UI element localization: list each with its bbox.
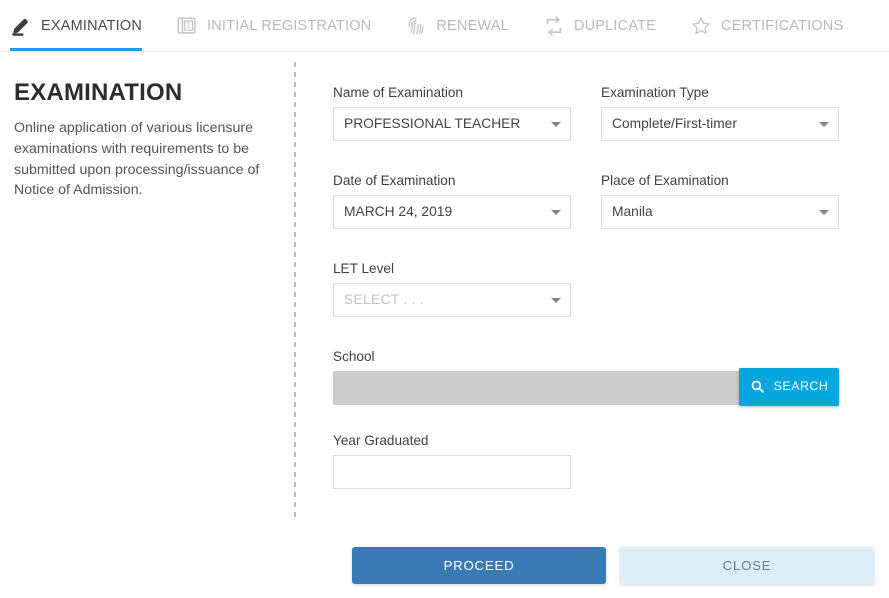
tab-examination[interactable]: EXAMINATION <box>10 0 158 51</box>
active-tab-underline <box>10 48 142 51</box>
let-level-value: SELECT . . . <box>344 292 424 307</box>
tab-duplicate[interactable]: DUPLICATE <box>543 0 672 51</box>
field-school: School SEARCH <box>333 350 839 405</box>
field-name-of-examination: Name of Examination PROFESSIONAL TEACHER <box>333 86 571 141</box>
name-of-examination-select[interactable]: PROFESSIONAL TEACHER <box>333 107 571 141</box>
examination-type-label: Examination Type <box>601 86 839 100</box>
svg-text:1: 1 <box>186 21 191 30</box>
place-of-examination-value: Manila <box>612 204 653 219</box>
name-of-examination-label: Name of Examination <box>333 86 571 100</box>
field-date-of-examination: Date of Examination MARCH 24, 2019 <box>333 174 571 229</box>
field-year-graduated: Year Graduated <box>333 434 571 489</box>
examination-type-value: Complete/First-timer <box>612 116 737 131</box>
date-of-examination-label: Date of Examination <box>333 174 571 188</box>
examination-application-page: EXAMINATION 1 INITIAL REGISTRATION <box>0 0 889 598</box>
pencil-icon <box>10 15 32 37</box>
tab-renewal[interactable]: RENEWAL <box>405 0 525 51</box>
form-action-bar: PROCEED CLOSE <box>352 547 874 584</box>
tab-initial-registration[interactable]: 1 INITIAL REGISTRATION <box>176 0 387 51</box>
info-panel: EXAMINATION Online application of variou… <box>14 80 276 201</box>
tab-examination-label: EXAMINATION <box>41 18 142 34</box>
tab-initial-registration-label: INITIAL REGISTRATION <box>207 18 371 34</box>
school-search-button[interactable]: SEARCH <box>739 368 839 406</box>
field-let-level: LET Level SELECT . . . <box>333 262 571 317</box>
panel-description: Online application of various licensure … <box>14 118 276 200</box>
date-of-examination-value: MARCH 24, 2019 <box>344 204 452 219</box>
tab-duplicate-label: DUPLICATE <box>574 18 656 34</box>
chevron-down-icon <box>819 210 829 215</box>
let-level-label: LET Level <box>333 262 571 276</box>
field-examination-type: Examination Type Complete/First-timer <box>601 86 839 141</box>
tab-certifications[interactable]: CERTIFICATIONS <box>690 0 859 51</box>
school-label: School <box>333 350 839 364</box>
place-of-examination-label: Place of Examination <box>601 174 839 188</box>
chevron-down-icon <box>551 122 561 127</box>
tab-renewal-label: RENEWAL <box>436 18 509 34</box>
year-graduated-input[interactable] <box>333 455 571 489</box>
chevron-down-icon <box>819 122 829 127</box>
date-of-examination-select[interactable]: MARCH 24, 2019 <box>333 195 571 229</box>
main-tab-bar: EXAMINATION 1 INITIAL REGISTRATION <box>0 0 889 52</box>
field-place-of-examination: Place of Examination Manila <box>601 174 839 229</box>
school-search-label: SEARCH <box>774 380 829 392</box>
let-level-select[interactable]: SELECT . . . <box>333 283 571 317</box>
place-of-examination-select[interactable]: Manila <box>601 195 839 229</box>
name-of-examination-value: PROFESSIONAL TEACHER <box>344 116 520 131</box>
magnifier-icon <box>750 379 765 394</box>
close-button[interactable]: CLOSE <box>620 547 874 584</box>
examination-type-select[interactable]: Complete/First-timer <box>601 107 839 141</box>
chevron-down-icon <box>551 210 561 215</box>
chevron-down-icon <box>551 298 561 303</box>
page-title: EXAMINATION <box>14 80 276 106</box>
cards-one-icon: 1 <box>176 15 198 37</box>
tab-certifications-label: CERTIFICATIONS <box>721 18 843 34</box>
star-icon <box>690 15 712 37</box>
year-graduated-label: Year Graduated <box>333 434 571 448</box>
loop-arrows-icon <box>543 15 565 37</box>
school-input-row: SEARCH <box>333 371 839 405</box>
fingerprint-icon <box>405 15 427 37</box>
vertical-dashed-divider <box>294 62 296 518</box>
proceed-button[interactable]: PROCEED <box>352 547 606 584</box>
